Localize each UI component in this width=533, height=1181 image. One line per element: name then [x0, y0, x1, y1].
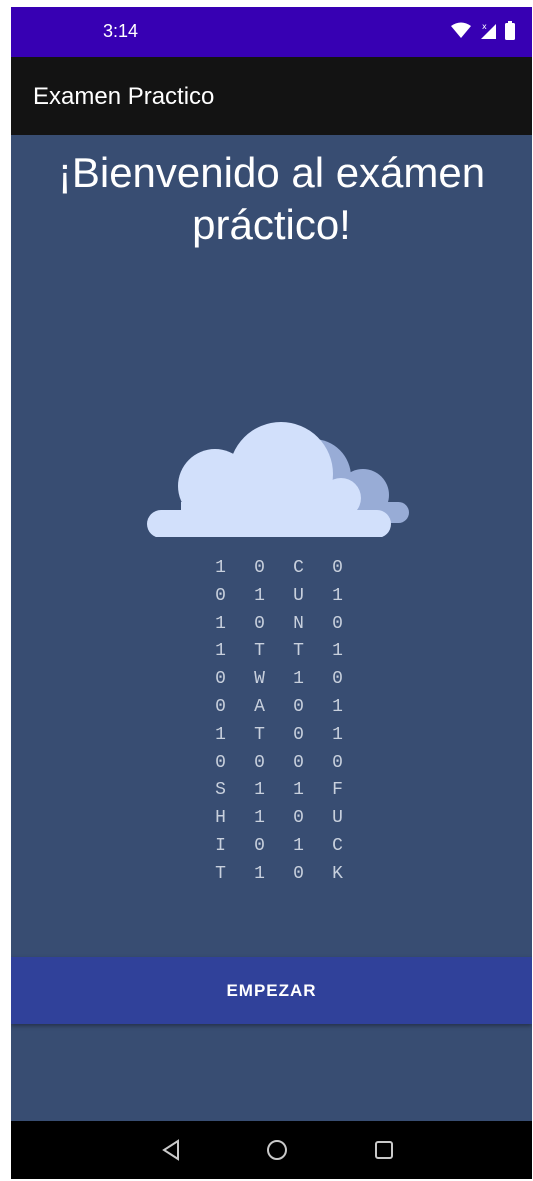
binary-row: T 1 0 K [201, 861, 357, 889]
phone-screen: 3:14 x Examen Practico ¡Bienvenido al ex… [11, 7, 532, 1179]
binary-char: U [293, 585, 304, 606]
binary-char: 1 [215, 558, 226, 578]
binary-char: U [332, 808, 343, 829]
binary-char: C [332, 835, 343, 856]
binary-char: 1 [215, 724, 226, 745]
binary-char: 0 [215, 752, 226, 773]
binary-char: 0 [215, 696, 226, 717]
binary-row: 0 W 1 0 [201, 666, 357, 694]
binary-char: 0 [215, 585, 226, 606]
binary-char: 0 [332, 669, 343, 690]
binary-row: 1 T T 1 [201, 638, 357, 666]
binary-char: 0 [293, 863, 304, 884]
binary-char: 1 [254, 585, 265, 606]
binary-row: I 0 1 C [201, 833, 357, 861]
binary-char: F [332, 780, 343, 801]
binary-text-grid: 1 0 C 0 0 1 U 1 1 0 N 0 1 T T 1 0 W 1 0 0 A 0 1 1 T 0 1 0 0 0 0 S 1 1 F H 1 0 U… [201, 555, 357, 889]
binary-char: C [293, 558, 304, 578]
binary-row: S 1 1 F [201, 777, 357, 805]
binary-char: 1 [293, 835, 304, 856]
back-icon[interactable] [156, 1135, 186, 1165]
binary-char: 0 [293, 752, 304, 773]
binary-char: T [293, 641, 304, 662]
binary-char: 1 [254, 863, 265, 884]
binary-char: 0 [254, 752, 265, 773]
binary-char: 1 [215, 641, 226, 662]
status-icons: x [450, 21, 516, 46]
start-button[interactable]: EMPEZAR [11, 957, 532, 1024]
binary-char: T [254, 724, 265, 745]
binary-char: T [215, 863, 226, 884]
binary-char: W [254, 669, 265, 690]
binary-char: 0 [332, 558, 343, 578]
binary-char: 1 [332, 724, 343, 745]
navigation-bar [11, 1121, 532, 1179]
binary-char: T [254, 641, 265, 662]
battery-icon [504, 21, 516, 46]
binary-row: 0 0 0 0 [201, 750, 357, 778]
binary-char: K [332, 863, 343, 884]
binary-char: A [254, 696, 265, 717]
binary-row: 0 1 U 1 [201, 583, 357, 611]
home-icon[interactable] [262, 1135, 292, 1165]
welcome-heading: ¡Bienvenido al exámen práctico! [11, 147, 532, 251]
binary-char: H [215, 808, 226, 829]
binary-char: 1 [293, 669, 304, 690]
binary-char: N [293, 613, 304, 634]
binary-char: 0 [254, 558, 265, 578]
binary-char: 0 [332, 752, 343, 773]
status-time: 3:14 [103, 21, 139, 41]
app-bar: Examen Practico [11, 57, 532, 135]
binary-row: 0 A 0 1 [201, 694, 357, 722]
binary-char: I [215, 835, 226, 856]
binary-char: 0 [215, 669, 226, 690]
binary-char: 0 [254, 835, 265, 856]
binary-char: 1 [332, 696, 343, 717]
binary-row: 1 T 0 1 [201, 722, 357, 750]
signal-icon: x [478, 21, 498, 46]
welcome-line-1: ¡Bienvenido al exámen [57, 149, 486, 196]
binary-row: 1 0 C 0 [201, 555, 357, 583]
recents-icon[interactable] [369, 1135, 399, 1165]
wifi-icon [450, 22, 472, 45]
binary-char: 1 [332, 641, 343, 662]
binary-char: 0 [293, 724, 304, 745]
welcome-line-2: práctico! [192, 201, 351, 248]
status-bar: 3:14 x [11, 7, 532, 57]
binary-char: 0 [254, 613, 265, 634]
binary-char: 0 [293, 808, 304, 829]
binary-char: 1 [293, 780, 304, 801]
binary-char: 1 [332, 585, 343, 606]
binary-row: 1 0 N 0 [201, 611, 357, 639]
binary-char: 0 [332, 613, 343, 634]
binary-row: H 1 0 U [201, 805, 357, 833]
binary-char: 1 [254, 780, 265, 801]
binary-char: 0 [293, 696, 304, 717]
binary-char: S [215, 780, 226, 801]
cloud-icon [141, 412, 411, 542]
svg-text:x: x [482, 22, 487, 31]
binary-char: 1 [215, 613, 226, 634]
binary-char: 1 [254, 808, 265, 829]
app-title: Examen Practico [33, 83, 215, 110]
